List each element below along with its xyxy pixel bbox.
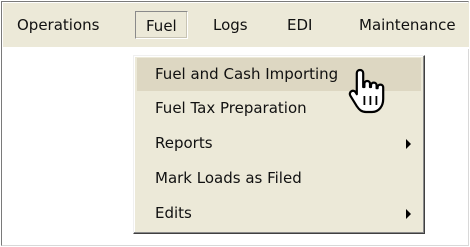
menu-bar: Operations Fuel Logs EDI Maintenance — [3, 3, 469, 49]
menu-item-mark-loads-as-filed[interactable]: Mark Loads as Filed — [137, 162, 421, 195]
menu-fuel[interactable]: Fuel — [135, 11, 188, 39]
menu-logs[interactable]: Logs — [203, 11, 258, 39]
menu-item-label: Reports — [155, 134, 213, 152]
chevron-right-icon — [406, 209, 411, 219]
hand-pointer-icon — [348, 68, 385, 114]
menu-item-label: Fuel and Cash Importing — [155, 65, 339, 83]
menu-item-label: Edits — [155, 204, 192, 222]
menu-edi[interactable]: EDI — [277, 11, 322, 39]
menu-item-edits[interactable]: Edits — [137, 197, 421, 230]
menu-maintenance[interactable]: Maintenance — [349, 11, 466, 39]
chevron-right-icon — [406, 139, 411, 149]
menu-item-label: Fuel Tax Preparation — [155, 99, 307, 117]
menu-bar-divider — [3, 47, 469, 49]
menu-item-reports[interactable]: Reports — [137, 127, 421, 160]
menu-operations[interactable]: Operations — [7, 11, 109, 39]
menu-item-label: Mark Loads as Filed — [155, 169, 302, 187]
